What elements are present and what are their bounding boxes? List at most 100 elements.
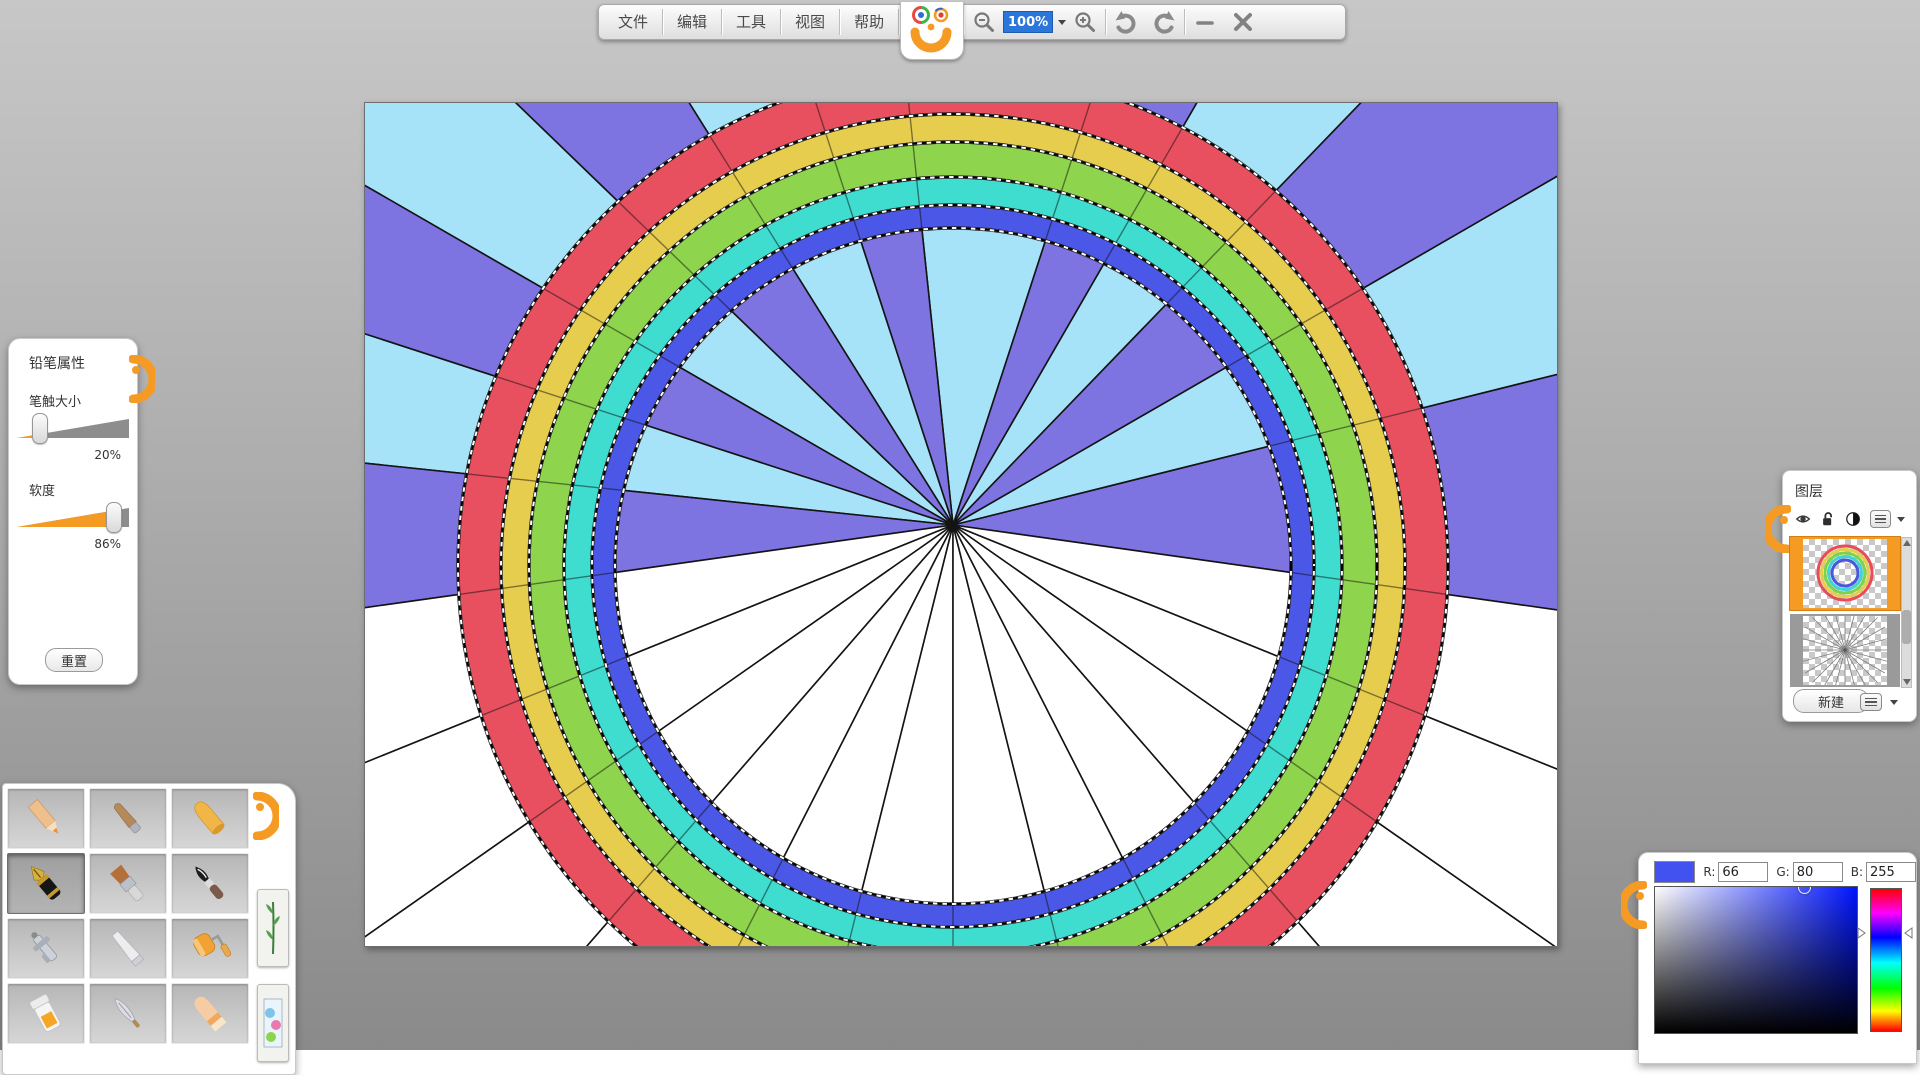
green-input[interactable] [1793,862,1843,882]
menu-view[interactable]: 视图 [782,5,838,39]
toolbar-separator [780,9,781,35]
new-layer-button[interactable]: 新建 [1793,689,1869,713]
clown-logo-icon [900,2,964,60]
ink-brush-icon [182,860,238,908]
brush-size-value: 20% [17,448,121,462]
paint-jar-icon [18,990,74,1038]
pencil-properties-panel: 铅笔属性 笔触大小 20% 软度 86% 重置 [8,338,138,685]
plant-stamp-tab[interactable] [257,889,289,967]
tool-flat-brush[interactable] [89,853,167,914]
reset-button[interactable]: 重置 [45,648,103,672]
toolbar-separator [662,9,663,35]
layer-preview [1803,539,1887,608]
main-toolbar: 文件 编辑 工具 视图 帮助 [598,4,1346,40]
scroll-up-icon[interactable] [1903,540,1911,546]
tool-ink-brush[interactable] [171,853,249,914]
tool-crayon[interactable] [171,788,249,849]
toolbar-separator [1105,9,1106,35]
red-input[interactable] [1718,862,1768,882]
tool-eraser[interactable] [171,983,249,1044]
zoom-out-icon [972,10,996,34]
palette-collapse-handle[interactable] [253,792,279,840]
color-picker-panel: R: G: B: [1638,852,1917,1064]
layer-thumbnail-radial-lines[interactable] [1790,614,1900,687]
pencil-icon [18,795,74,843]
canvas-artwork [365,103,1557,946]
tool-chalk-knife[interactable] [89,918,167,979]
tool-pastel-stick[interactable] [89,788,167,849]
hue-arrow-right-icon[interactable] [1903,927,1913,939]
layers-scrollbar[interactable] [1901,537,1912,688]
flat-brush-icon [100,860,156,908]
redo-icon [1151,9,1177,35]
eraser-icon [182,990,238,1038]
layer-thumbnail-rainbow-ring[interactable] [1790,537,1900,610]
paint-application-window: 文件 编辑 工具 视图 帮助 [0,0,1920,1050]
clown-logo-button[interactable] [900,5,962,39]
fountain-pen-icon [18,860,74,908]
color-marker[interactable] [1798,886,1811,894]
panel-collapse-handle[interactable] [129,355,155,403]
toolbar-separator [839,9,840,35]
tool-pencil[interactable] [7,788,85,849]
current-color-swatch [1654,861,1695,883]
crayon-icon [182,795,238,843]
red-label: R: [1703,865,1715,879]
scroll-down-icon[interactable] [1903,679,1911,685]
airbrush-icon [18,925,74,973]
toolbar-separator [898,9,899,35]
visibility-eye-icon[interactable] [1795,510,1811,528]
close-button[interactable] [1224,5,1262,39]
saturation-value-square[interactable] [1654,886,1858,1034]
undo-button[interactable] [1107,5,1145,39]
toolbar-separator [1184,9,1185,35]
softness-label: 软度 [29,480,137,499]
opacity-half-circle-icon[interactable] [1845,510,1861,528]
panel-title: 铅笔属性 [29,353,137,373]
picture-stamp-tab[interactable] [257,984,289,1062]
brush-size-slider[interactable] [17,414,129,444]
close-icon [1231,10,1255,34]
scrollbar-thumb[interactable] [1902,610,1911,644]
paint-roller-icon [182,925,238,973]
tool-quill-nib[interactable] [89,983,167,1044]
hue-strip[interactable] [1870,888,1902,1032]
zoom-out-button[interactable] [965,5,1003,39]
plant-stamp-icon [262,896,284,960]
quill-nib-icon [100,990,156,1038]
zoom-dropdown-caret-icon[interactable] [1058,20,1066,25]
redo-button[interactable] [1145,5,1183,39]
softness-slider-thumb[interactable] [106,502,122,533]
color-collapse-handle[interactable] [1621,881,1647,929]
unlock-icon[interactable] [1820,510,1836,528]
layers-options-caret-icon[interactable] [1890,700,1898,705]
tool-palette-panel [2,783,296,1075]
layer-menu-button[interactable] [1870,510,1891,528]
drawing-canvas[interactable] [364,102,1558,947]
brush-size-label: 笔触大小 [29,391,137,410]
softness-slider[interactable] [17,503,129,533]
layers-options-button[interactable] [1860,693,1882,711]
hue-arrow-left-icon[interactable] [1857,927,1867,939]
zoom-in-button[interactable] [1066,5,1104,39]
palette-side-strip [251,784,293,1074]
layer-preview [1803,616,1887,685]
menu-file[interactable]: 文件 [605,5,661,39]
brush-size-slider-thumb[interactable] [32,413,48,444]
minimize-icon [1193,10,1217,34]
zoom-in-icon [1073,10,1097,34]
tool-paint-jar[interactable] [7,983,85,1044]
zoom-level-field[interactable]: 100% [1003,11,1053,33]
tool-fountain-pen[interactable] [7,853,85,914]
chalk-knife-icon [100,925,156,973]
tool-paint-roller[interactable] [171,918,249,979]
layer-menu-caret-icon[interactable] [1897,517,1905,522]
minimize-button[interactable] [1186,5,1224,39]
menu-tools[interactable]: 工具 [723,5,779,39]
menu-help[interactable]: 帮助 [841,5,897,39]
blue-input[interactable] [1866,862,1916,882]
tool-airbrush[interactable] [7,918,85,979]
layers-collapse-handle[interactable] [1765,505,1791,553]
blue-label: B: [1851,865,1863,879]
menu-edit[interactable]: 编辑 [664,5,720,39]
